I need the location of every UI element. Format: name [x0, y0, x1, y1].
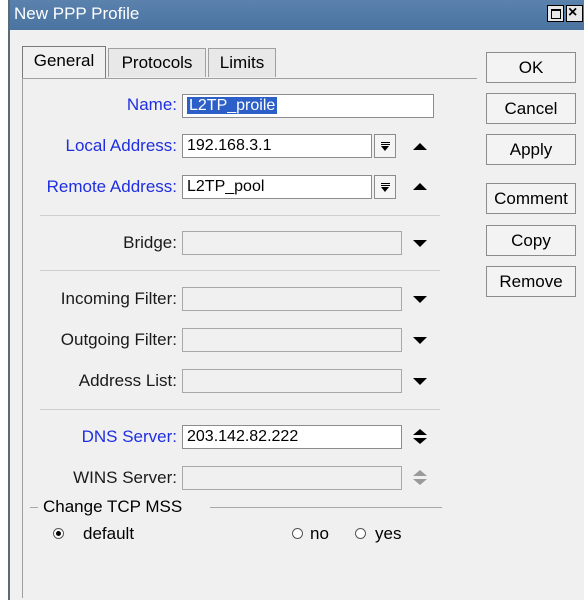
tab-general[interactable]: General — [22, 46, 106, 78]
ppp-profile-window: New PPP Profile × General Protocols Limi… — [8, 0, 584, 600]
address-list-dropdown-icon[interactable] — [413, 378, 427, 385]
bridge-dropdown-icon[interactable] — [413, 240, 427, 247]
wins-server-updown-icon[interactable] — [413, 470, 427, 486]
group-border — [30, 507, 38, 508]
remote-address-collapse-icon[interactable] — [413, 183, 427, 190]
name-label: Name: — [126, 95, 177, 114]
dns-server-updown-icon[interactable] — [413, 429, 427, 445]
bridge-input[interactable] — [182, 231, 402, 255]
address-list-input[interactable] — [182, 369, 402, 393]
outgoing-filter-input[interactable] — [182, 328, 402, 352]
title-bar[interactable]: New PPP Profile × — [10, 0, 584, 30]
radio-default-label[interactable]: default — [83, 524, 134, 544]
window-title: New PPP Profile — [14, 4, 140, 23]
local-address-label: Local Address: — [65, 136, 177, 155]
close-icon[interactable]: × — [566, 4, 583, 22]
radio-default[interactable] — [53, 528, 64, 539]
ok-button[interactable]: OK — [486, 52, 576, 83]
group-border — [210, 507, 442, 508]
name-input[interactable]: L2TP_proile — [182, 94, 434, 118]
radio-yes-label[interactable]: yes — [375, 524, 401, 544]
incoming-filter-input[interactable] — [182, 287, 402, 311]
radio-no[interactable] — [292, 528, 303, 539]
local-address-input[interactable]: 192.168.3.1 — [182, 134, 372, 158]
wins-server-label: WINS Server: — [73, 468, 177, 487]
separator — [40, 409, 440, 410]
remote-address-label: Remote Address: — [46, 177, 177, 196]
separator — [40, 215, 440, 216]
apply-button[interactable]: Apply — [486, 134, 576, 165]
remote-address-dropdown-icon[interactable] — [374, 175, 396, 199]
bridge-label: Bridge: — [123, 233, 177, 252]
remote-address-input[interactable]: L2TP_pool — [182, 175, 372, 199]
outgoing-filter-label: Outgoing Filter: — [60, 330, 177, 349]
radio-yes[interactable] — [355, 528, 366, 539]
separator — [40, 270, 440, 271]
cancel-button[interactable]: Cancel — [486, 93, 576, 124]
incoming-filter-label: Incoming Filter: — [60, 289, 177, 308]
tab-protocols[interactable]: Protocols — [108, 48, 206, 77]
name-value: L2TP_proile — [187, 97, 278, 114]
comment-button[interactable]: Comment — [486, 183, 576, 214]
incoming-filter-dropdown-icon[interactable] — [413, 296, 427, 303]
wins-server-input[interactable] — [182, 466, 402, 490]
dns-server-input[interactable]: 203.142.82.222 — [182, 425, 402, 449]
radio-no-label[interactable]: no — [310, 524, 329, 544]
dns-server-label: DNS Server: — [81, 427, 177, 446]
outgoing-filter-dropdown-icon[interactable] — [413, 337, 427, 344]
remove-button[interactable]: Remove — [486, 266, 576, 297]
address-list-label: Address List: — [78, 371, 177, 390]
maximize-icon[interactable] — [547, 5, 564, 22]
change-tcp-mss-title: Change TCP MSS — [43, 497, 183, 516]
tab-limits[interactable]: Limits — [208, 48, 276, 77]
local-address-collapse-icon[interactable] — [413, 143, 427, 150]
local-address-dropdown-icon[interactable] — [374, 134, 396, 158]
copy-button[interactable]: Copy — [486, 225, 576, 256]
